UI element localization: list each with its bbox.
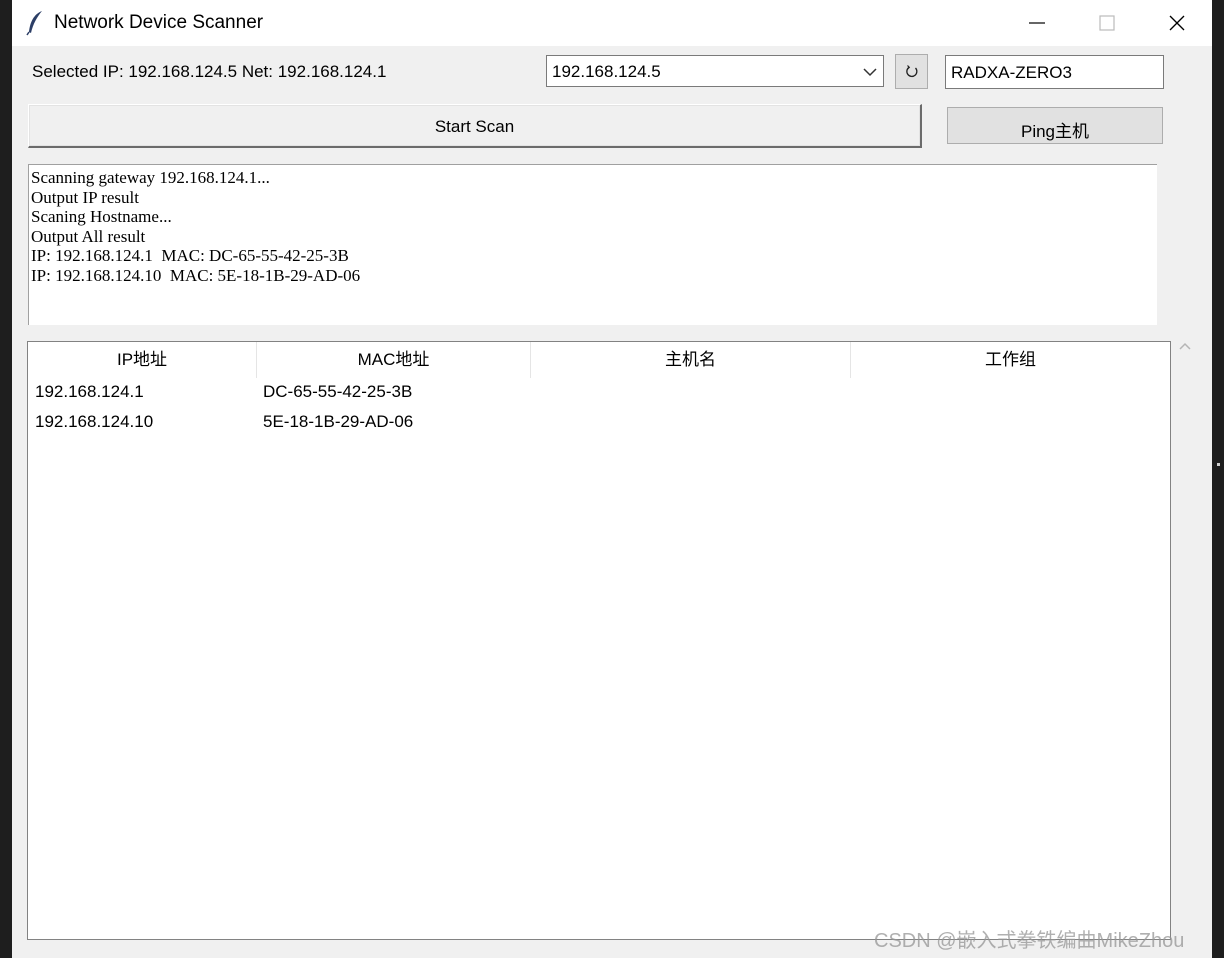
start-scan-label: Start Scan bbox=[434, 117, 515, 136]
window-title: Network Device Scanner bbox=[54, 12, 264, 33]
cell-ip: 192.168.124.10 bbox=[35, 412, 154, 431]
scan-log[interactable]: Scanning gateway 192.168.124.1... Output… bbox=[28, 164, 1157, 325]
ip-select[interactable]: 192.168.124.5 bbox=[546, 55, 884, 87]
refresh-icon bbox=[906, 65, 918, 78]
ping-host-label: Ping主机 bbox=[1020, 122, 1090, 141]
watermark: CSDN @嵌入式拳铁编曲MikeZhou bbox=[874, 930, 1185, 952]
table-row[interactable]: 192.168.124.10 5E-18-1B-29-AD-06 bbox=[28, 408, 1170, 438]
feather-icon bbox=[26, 10, 46, 36]
ip-select-value: 192.168.124.5 bbox=[552, 62, 661, 81]
minimize-icon bbox=[1029, 22, 1045, 24]
close-button[interactable] bbox=[1142, 0, 1212, 46]
close-icon bbox=[1169, 15, 1185, 31]
desktop-dot bbox=[1217, 463, 1220, 466]
chevron-up-icon[interactable] bbox=[1178, 340, 1192, 359]
app-window: Network Device Scanner Selected IP: 192.… bbox=[12, 0, 1212, 958]
table-row[interactable]: 192.168.124.1 DC-65-55-42-25-3B bbox=[28, 378, 1170, 408]
log-line: Scanning gateway 192.168.124.1... bbox=[31, 168, 270, 187]
refresh-button[interactable] bbox=[895, 54, 928, 89]
log-line: Output All result bbox=[31, 226, 146, 246]
maximize-icon bbox=[1099, 15, 1115, 31]
column-header-ip[interactable]: IP地址 bbox=[28, 342, 257, 378]
ping-host-button[interactable]: Ping主机 bbox=[947, 107, 1163, 144]
log-line: IP: 192.168.124.1 MAC: DC-65-55-42-25-3B bbox=[31, 246, 349, 265]
column-header-workgroup[interactable]: 工作组 bbox=[851, 342, 1170, 378]
device-table[interactable]: IP地址 MAC地址 主机名 工作组 192.168.124.1 DC-65-5… bbox=[27, 341, 1171, 940]
title-bar: Network Device Scanner bbox=[12, 0, 1212, 46]
start-scan-button[interactable]: Start Scan bbox=[28, 104, 922, 148]
minimize-button[interactable] bbox=[1002, 0, 1072, 46]
log-line: Output IP result bbox=[31, 187, 139, 207]
hostname-input-value: RADXA-ZERO3 bbox=[951, 63, 1072, 82]
cell-ip: 192.168.124.1 bbox=[35, 382, 144, 401]
log-line: Scaning Hostname... bbox=[31, 207, 172, 226]
maximize-button[interactable] bbox=[1072, 0, 1142, 46]
chevron-down-icon[interactable] bbox=[863, 65, 877, 83]
cell-mac: DC-65-55-42-25-3B bbox=[263, 382, 413, 401]
selected-ip-label: Selected IP: 192.168.124.5 Net: 192.168.… bbox=[32, 62, 387, 81]
hostname-input[interactable]: RADXA-ZERO3 bbox=[945, 55, 1164, 89]
log-line: IP: 192.168.124.10 MAC: 5E-18-1B-29-AD-0… bbox=[31, 265, 361, 285]
column-header-mac[interactable]: MAC地址 bbox=[257, 342, 531, 378]
cell-mac: 5E-18-1B-29-AD-06 bbox=[263, 412, 414, 431]
column-header-hostname[interactable]: 主机名 bbox=[531, 342, 851, 378]
